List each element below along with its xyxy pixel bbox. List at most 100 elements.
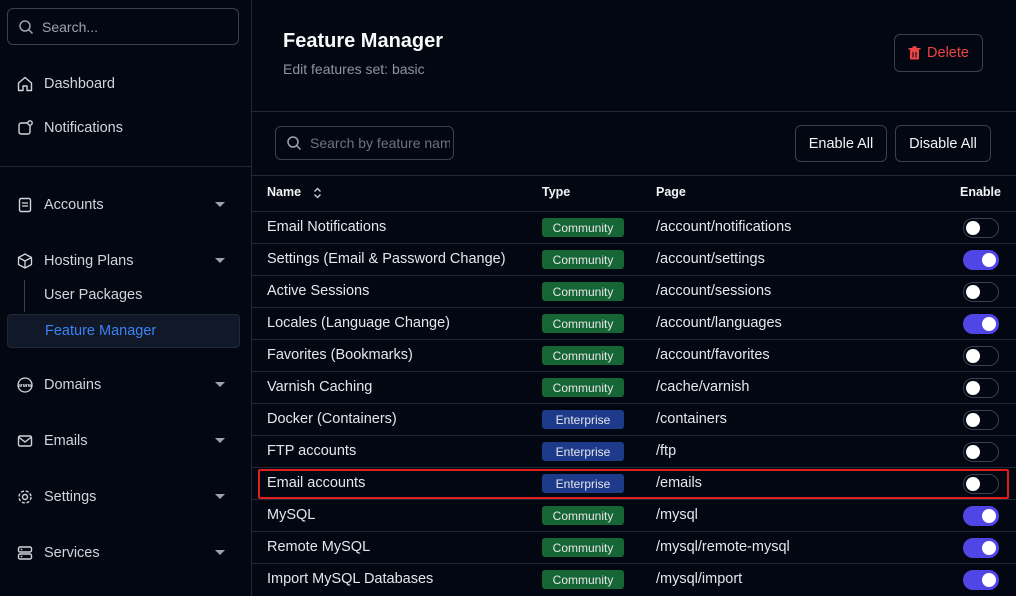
feature-name: Settings (Email & Password Change) [267, 251, 506, 267]
chevron-down-icon [215, 258, 225, 263]
feature-page-path: /mysql [656, 507, 698, 523]
feature-name: Email Notifications [267, 219, 387, 235]
enable-toggle[interactable] [963, 442, 999, 462]
sidebar-item-settings[interactable]: Settings [0, 479, 251, 515]
sidebar-item-label: Settings [44, 489, 97, 505]
mail-icon [16, 432, 34, 450]
toggle-knob [982, 541, 996, 555]
enable-toggle[interactable] [963, 314, 999, 334]
feature-name: MySQL [267, 507, 316, 523]
column-header-type: Type [542, 185, 571, 199]
feature-name: Import MySQL Databases [267, 571, 434, 587]
sidebar-item-label: Notifications [44, 120, 123, 136]
feature-name: Locales (Language Change) [267, 315, 450, 331]
delete-button[interactable]: Delete [894, 34, 983, 72]
feature-page-path: /emails [656, 475, 702, 491]
accounts-icon [16, 196, 34, 214]
type-badge: Enterprise [542, 442, 624, 461]
table-row: Locales (Language Change) Community/accou… [252, 307, 1016, 339]
table-row: Docker (Containers) Enterprise/containers [252, 403, 1016, 435]
enable-toggle[interactable] [963, 250, 999, 270]
table-row: Varnish Caching Community/cache/varnish [252, 371, 1016, 403]
www-icon: www [16, 376, 34, 394]
feature-search-field[interactable] [275, 126, 454, 160]
sidebar-search-placeholder: Search... [42, 18, 99, 35]
search-icon [19, 19, 34, 34]
enable-toggle[interactable] [963, 346, 999, 366]
type-badge: Community [542, 314, 624, 333]
type-badge: Community [542, 346, 624, 365]
delete-button-label: Delete [927, 45, 969, 61]
sidebar-item-notifications[interactable]: Notifications [0, 110, 251, 146]
sidebar-item-user-packages[interactable]: User Packages [7, 278, 240, 312]
table-row: FTP accounts Enterprise/ftp [252, 435, 1016, 467]
toggle-knob [966, 413, 980, 427]
feature-name: Email accounts [267, 475, 366, 491]
table-row: Settings (Email & Password Change) Commun… [252, 243, 1016, 275]
chevron-down-icon [215, 494, 225, 499]
package-icon [16, 252, 34, 270]
toggle-knob [982, 573, 996, 587]
sidebar-item-label: Services [44, 545, 100, 561]
toggle-knob [966, 221, 980, 235]
gear-icon [16, 488, 34, 506]
table-row: Favorites (Bookmarks) Community/account/f… [252, 339, 1016, 371]
enable-toggle[interactable] [963, 538, 999, 558]
sidebar-item-feature-manager[interactable]: Feature Manager [7, 314, 240, 348]
table-row: Active Sessions Community/account/session… [252, 275, 1016, 307]
sidebar-item-label: Emails [44, 433, 88, 449]
enable-toggle[interactable] [963, 378, 999, 398]
type-badge: Community [542, 538, 624, 557]
sidebar: Search... Dashboard Notifications Accoun… [0, 0, 252, 596]
type-badge: Community [542, 506, 624, 525]
sidebar-item-hosting-plans[interactable]: Hosting Plans [0, 243, 251, 279]
sidebar-item-emails[interactable]: Emails [0, 423, 251, 459]
sidebar-item-label: Accounts [44, 197, 104, 213]
enable-toggle[interactable] [963, 410, 999, 430]
toggle-knob [966, 477, 980, 491]
home-icon [16, 75, 34, 93]
feature-name: Docker (Containers) [267, 411, 397, 427]
feature-page-path: /mysql/remote-mysql [656, 539, 790, 555]
disable-all-button[interactable]: Disable All [895, 125, 991, 162]
enable-toggle[interactable] [963, 506, 999, 526]
type-badge: Community [542, 250, 624, 269]
feature-page-path: /account/sessions [656, 283, 772, 299]
sidebar-item-services[interactable]: Services [0, 535, 251, 571]
sidebar-item-label: Domains [44, 377, 102, 393]
chevron-down-icon [215, 382, 225, 387]
column-header-name[interactable]: Name [267, 185, 322, 199]
feature-page-path: /account/notifications [656, 219, 792, 235]
page-title: Feature Manager [283, 30, 444, 52]
chevron-down-icon [215, 550, 225, 555]
toggle-knob [966, 349, 980, 363]
toggle-knob [982, 509, 996, 523]
sort-icon[interactable] [313, 187, 322, 199]
enable-toggle[interactable] [963, 282, 999, 302]
sidebar-item-domains[interactable]: www Domains [0, 367, 251, 403]
sidebar-item-dashboard[interactable]: Dashboard [0, 66, 251, 102]
sidebar-search-input[interactable]: Search... [7, 8, 239, 45]
toggle-knob [966, 381, 980, 395]
feature-page-path: /mysql/import [656, 571, 743, 587]
table-row: Email Notifications Community/account/not… [252, 211, 1016, 243]
enable-toggle[interactable] [963, 570, 999, 590]
feature-page-path: /account/favorites [656, 347, 770, 363]
sidebar-item-accounts[interactable]: Accounts [0, 187, 251, 223]
toggle-knob [966, 285, 980, 299]
enable-toggle[interactable] [963, 474, 999, 494]
feature-page-path: /account/settings [656, 251, 765, 267]
feature-search-input[interactable] [310, 135, 450, 151]
type-badge: Community [542, 282, 624, 301]
feature-name: Varnish Caching [267, 379, 373, 395]
enable-toggle[interactable] [963, 218, 999, 238]
notification-icon [16, 119, 34, 137]
type-badge: Enterprise [542, 410, 624, 429]
type-badge: Enterprise [542, 474, 624, 493]
search-icon [287, 136, 302, 151]
sidebar-item-label: Hosting Plans [44, 253, 134, 269]
svg-text:www: www [17, 383, 32, 389]
table-row: Remote MySQL Community/mysql/remote-mysql [252, 531, 1016, 563]
enable-all-button[interactable]: Enable All [795, 125, 887, 162]
sidebar-item-label: Dashboard [44, 76, 115, 92]
